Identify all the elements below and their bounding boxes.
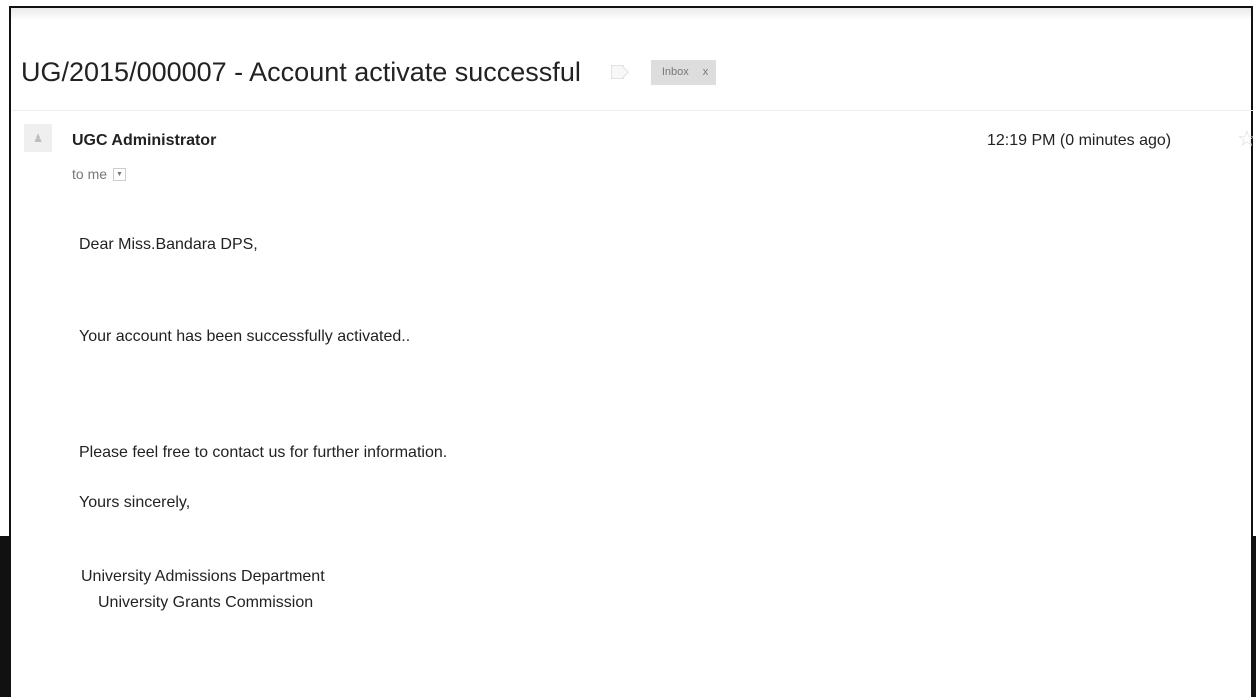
recipient-row: to me ▼ [72,166,127,182]
signature-organization: University Grants Commission [98,594,314,611]
frame-edge-right [1252,536,1256,697]
sender-name[interactable]: UGC Administrator [72,132,216,150]
top-shade [11,8,1251,20]
email-subject: UG/2015/000007 - Account activate succes… [21,56,581,87]
signature-department: University Admissions Department [81,568,325,585]
inbox-label-chip[interactable]: Inbox x [650,59,717,85]
greeting-text: Dear Miss.Bandara DPS, [79,236,258,253]
header-divider [12,110,1254,111]
body-line-activated: Your account has been successfully activ… [79,328,411,345]
sender-avatar[interactable]: ♟ [24,124,52,152]
chevron-down-icon[interactable]: ▼ [113,167,127,181]
person-icon: ♟ [33,132,43,145]
email-timestamp: 12:19 PM (0 minutes ago) [987,132,1172,149]
frame-edge-left [0,536,11,697]
label-icon[interactable] [610,65,629,79]
body-line-contact: Please feel free to contact us for furth… [79,444,448,461]
inbox-label-text: Inbox [661,65,689,78]
recipient-text: to me [72,166,108,182]
closing-text: Yours sincerely, [79,494,191,511]
star-icon[interactable]: ☆ [1237,128,1253,150]
subject-row: UG/2015/000007 - Account activate succes… [21,52,717,92]
remove-label-button[interactable]: x [703,66,709,78]
